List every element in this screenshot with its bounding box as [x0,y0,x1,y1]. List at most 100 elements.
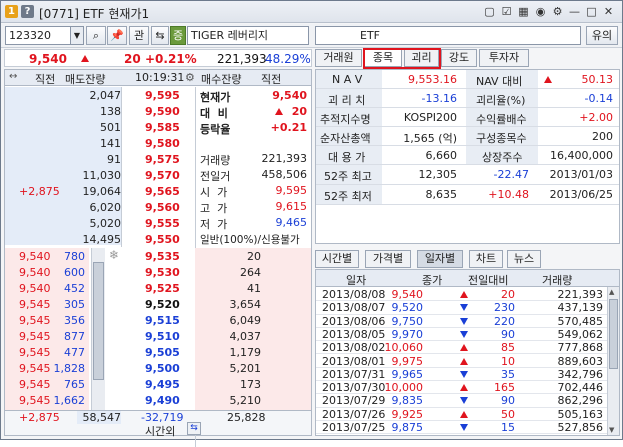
bid-row[interactable]: 9,545 1,828 9,500 5,201 [5,361,311,377]
bid-row[interactable]: 9,540 600 9,530 264 [5,265,311,281]
stock-code-input[interactable]: 123320 [5,26,71,45]
ask-price[interactable]: 9,595 [145,89,180,102]
tab-by-time[interactable]: 시간별 [315,250,359,268]
daily-row[interactable]: 2013/07/29 9,835 90 862,296 [316,394,607,408]
swap-arrows-icon[interactable]: ⇆ [187,422,201,435]
bid-price[interactable]: 9,530 [145,266,180,279]
caution-button[interactable]: 유의 [586,26,618,45]
ask-price[interactable]: 9,550 [145,233,180,246]
tab-strength[interactable]: 강도 [441,49,477,67]
row-change: 220 [494,314,515,328]
right-panel: 거래원 종목 괴리 강도 투자자 N A V 9,553.16 NAV 대비 50.1… [315,48,620,436]
stock-name-field[interactable]: TIGER 레버리지 [187,26,309,45]
ask-price[interactable]: 9,585 [145,121,180,134]
info-value: 6,660 [425,149,458,162]
gear-icon[interactable]: ⚙ [185,71,195,84]
image-icon[interactable]: ▦ [516,4,531,19]
bid-price[interactable]: 9,525 [145,282,180,295]
scroll-up-icon[interactable]: ▲ [609,288,614,296]
daily-row[interactable]: 2013/08/02 10,060 85 777,868 [316,341,607,355]
tab-trader[interactable]: 거래원 [315,49,362,67]
tab-investor[interactable]: 투자자 [479,49,529,67]
search-button[interactable]: ⌕ [86,26,106,45]
bid-prev-qty: 600 [64,266,85,279]
info-row: 추적지수명 KOSPI200 수익률배수 +2.00 [316,108,619,127]
bid-price[interactable]: 9,495 [145,378,180,391]
daily-row[interactable]: 2013/07/26 9,925 50 505,163 [316,408,607,421]
bid-row[interactable]: 9,545 305 9,520 3,654 [5,297,311,313]
bid-row[interactable]: 9,545 1,662 9,490 5,210 [5,393,311,409]
interest-button[interactable]: 관 [129,26,149,45]
daily-row[interactable]: 2013/08/06 9,750 220 570,485 [316,315,607,328]
bid-price[interactable]: 9,500 [145,362,180,375]
col-volume: 거래량 [542,274,573,287]
volume-label: 거래량 [200,154,231,167]
ask-price[interactable]: 9,555 [145,217,180,230]
bid-prev: 9,540 [19,266,51,279]
tab-chart[interactable]: 차트 [469,250,503,268]
daily-row[interactable]: 2013/08/07 9,520 230 437,139 [316,301,607,315]
ask-price[interactable]: 9,575 [145,153,180,166]
gear-icon[interactable]: ⚙ [550,4,565,19]
price-change-pct: +0.21% [145,52,197,66]
info-value: -22.47 [493,168,529,181]
info-value: 1,565 (억) [403,132,457,145]
ask-price[interactable]: 9,560 [145,201,180,214]
close-icon[interactable]: ✕ [601,4,616,19]
price-change: 20 [124,52,141,66]
maximize-icon[interactable]: □ [584,4,599,19]
checklist-icon[interactable]: ☑ [499,4,514,19]
bid-price[interactable]: 9,505 [145,346,180,359]
info-value: 2013/01/03 [549,168,613,181]
etf-category-field[interactable]: ETF [315,26,581,45]
tab-by-date[interactable]: 일자별 [417,250,463,268]
volume-ratio: 48.29% [265,52,311,66]
bid-row[interactable]: 9,545 765 9,495 173 [5,377,311,393]
layout-icon[interactable]: ▢ [482,4,497,19]
left-right-arrows-icon[interactable]: ↔ [9,71,17,82]
bid-price[interactable]: 9,490 [145,394,180,407]
daily-row[interactable]: 2013/08/05 9,970 90 549,062 [316,327,607,342]
high-label: 고 가 [200,202,228,215]
list-scrollbar[interactable]: ▲ ▼ [607,287,619,435]
open-label: 시 가 [200,186,228,199]
scroll-thumb[interactable] [609,299,618,369]
daily-row[interactable]: 2013/08/08 9,540 20 221,393 [316,288,607,302]
swap-button[interactable]: ⇆ [151,26,169,45]
help-icon[interactable]: ? [21,5,34,18]
row-close: 9,925 [391,407,424,421]
ask-price[interactable]: 9,570 [145,169,180,182]
info-row: 괴 리 치 -13.16 괴리율(%) -0.14 [316,89,619,108]
bid-row[interactable]: 9,540 780 9,535 20 [5,249,311,265]
info-label: 52주 최저 [316,185,382,204]
after-hours-label[interactable]: 시간외 [145,423,175,439]
scroll-down-icon[interactable]: ▼ [609,426,614,434]
row-volume: 342,796 [557,367,604,381]
bid-qty: 1,179 [229,346,262,359]
window-number-icon[interactable]: 1 [5,5,18,18]
tab-by-price[interactable]: 가격별 [365,250,411,268]
code-dropdown-chevron-icon[interactable]: ▼ [70,26,84,45]
ask-price[interactable]: 9,590 [145,105,180,118]
bid-row[interactable]: 9,545 477 9,505 1,179 [5,345,311,361]
bid-row[interactable]: 9,545 356 9,515 6,049 [5,313,311,329]
bid-price[interactable]: 9,515 [145,314,180,327]
pin-button[interactable]: 📌 [107,26,127,45]
securities-badge[interactable]: 증 [170,26,186,45]
info-value: +10.48 [488,188,529,201]
daily-row[interactable]: 2013/07/31 9,965 35 342,796 [316,367,607,382]
row-change: 90 [501,327,515,341]
bid-row[interactable]: 9,540 452 9,525 41 [5,281,311,297]
ask-price[interactable]: 9,580 [145,137,180,150]
daily-row[interactable]: 2013/08/01 9,975 10 889,603 [316,355,607,368]
daily-row[interactable]: 2013/07/25 9,875 15 527,856 [316,421,607,435]
camera-icon[interactable]: ◉ [533,4,548,19]
bid-price[interactable]: 9,535 [145,250,180,263]
bid-price[interactable]: 9,510 [145,330,180,343]
bid-row[interactable]: 9,545 877 9,510 4,037 [5,329,311,345]
minimize-icon[interactable]: — [567,4,582,19]
tab-news[interactable]: 뉴스 [507,250,541,268]
bid-price[interactable]: 9,520 [145,298,180,311]
daily-row[interactable]: 2013/07/30 10,000 165 702,446 [316,381,607,395]
ask-price[interactable]: 9,565 [145,185,180,198]
